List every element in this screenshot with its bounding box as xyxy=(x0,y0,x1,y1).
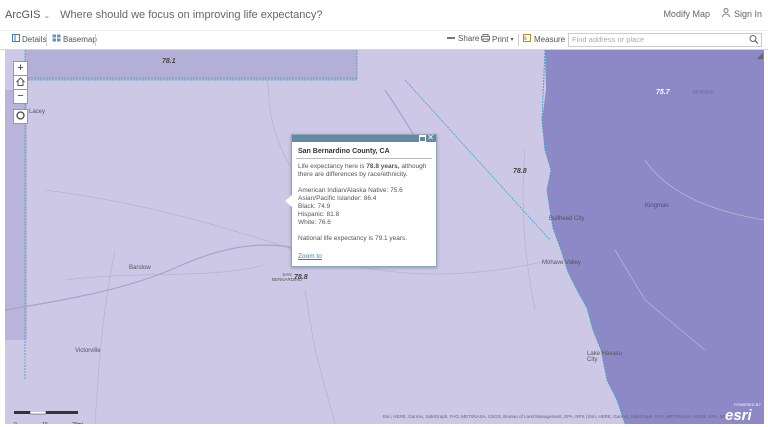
popup-intro: Life expectancy here is 78.8 years, alth… xyxy=(298,163,427,178)
scale-label: 10 xyxy=(42,422,48,424)
popup-line: American Indian/Alaska Native: 75.6 xyxy=(298,187,403,194)
map-view[interactable]: + − 78.1 75.7 78.8 78.8 Lacey Barstow SA… xyxy=(5,50,764,424)
locate-button[interactable] xyxy=(13,109,28,124)
details-label: Details xyxy=(22,34,47,44)
scale-label: 20mi xyxy=(72,422,83,424)
scale-bar: 0 10 20mi xyxy=(14,404,83,424)
locate-icon xyxy=(15,111,26,124)
measure-button[interactable]: Measure xyxy=(523,34,565,44)
popup-body: Life expectancy here is 78.8 years, alth… xyxy=(298,163,430,243)
share-label: Share xyxy=(458,34,480,43)
user-icon xyxy=(721,8,730,19)
popup-line: Hispanic: 81.8 xyxy=(298,211,340,218)
place-label-barstow: Barstow xyxy=(129,265,151,271)
popup-titlebar: ✕ xyxy=(292,133,436,142)
map-value-label: 78.1 xyxy=(162,58,176,65)
basemap-button[interactable]: Basemap xyxy=(52,34,97,44)
share-button[interactable]: Share xyxy=(446,34,479,43)
map-value-label: 75.7 xyxy=(656,89,670,96)
print-label: Print xyxy=(492,34,509,44)
measure-label: Measure xyxy=(534,34,566,44)
popup-divider xyxy=(296,158,432,159)
place-label-lake-havasu: Lake Havasu City xyxy=(587,351,623,363)
share-icon xyxy=(446,34,456,43)
chevron-down-icon: ▾ xyxy=(510,36,514,43)
close-icon[interactable]: ✕ xyxy=(427,133,434,142)
resize-handle-icon[interactable]: ◢ xyxy=(757,51,763,60)
feature-popup: ✕ San Bernardino County, CA Life expecta… xyxy=(285,133,437,267)
place-label-bullhead-city: Bullhead City xyxy=(549,216,585,222)
map-title: Where should we focus on improving life … xyxy=(60,9,323,21)
place-label-kingman: Kingman xyxy=(645,203,669,209)
place-label-victorville: Victorville xyxy=(75,348,101,354)
basemap-label: Basemap xyxy=(63,34,97,44)
esri-logo[interactable]: esri xyxy=(725,407,752,424)
toolbar: Details Basemap Share Print ▾ Measure Fi… xyxy=(0,30,768,50)
popup-title: San Bernardino County, CA xyxy=(298,148,390,155)
arcgis-brand[interactable]: ArcGIS xyxy=(5,9,40,21)
app-header: ArcGIS ⌄ Where should we focus on improv… xyxy=(0,0,768,30)
measure-icon xyxy=(523,34,531,44)
popup-pointer xyxy=(285,195,292,207)
zoom-to-link[interactable]: Zoom to xyxy=(298,253,436,260)
zoom-out-button[interactable]: − xyxy=(13,89,28,104)
home-button[interactable] xyxy=(13,75,28,90)
search-input[interactable]: Find address or place xyxy=(568,33,762,47)
place-label-mohave: MOHAVE xyxy=(693,90,715,96)
chevron-down-icon[interactable]: ⌄ xyxy=(43,11,50,20)
popup-line: White: 76.6 xyxy=(298,219,331,226)
modify-map-link[interactable]: Modify Map xyxy=(663,9,710,19)
basemap-icon xyxy=(52,34,61,44)
scale-label: 0 xyxy=(14,422,17,424)
map-value-label: 78.8 xyxy=(513,168,527,175)
details-button[interactable]: Details xyxy=(12,34,46,44)
map-attribution: Esri, HERE, Garmin, SafeGraph, FAO, METI… xyxy=(383,414,729,419)
maximize-icon[interactable] xyxy=(419,135,426,142)
sign-in-link[interactable]: Sign In xyxy=(734,9,762,19)
details-icon xyxy=(12,34,20,44)
popup-line: Black: 74.9 xyxy=(298,203,331,210)
print-button[interactable]: Print ▾ xyxy=(481,34,513,44)
life-expectancy-value: 78.8 years, xyxy=(366,163,400,170)
print-icon xyxy=(481,34,490,44)
search-placeholder: Find address or place xyxy=(572,35,645,44)
place-label-lacey: Lacey xyxy=(29,109,46,115)
popup-line: Asian/Pacific Islander: 86.4 xyxy=(298,195,377,202)
place-label-mohave-valley: Mohave Valley xyxy=(542,260,581,266)
search-icon[interactable] xyxy=(749,34,759,47)
popup-national: National life expectancy is 79.1 years. xyxy=(298,235,408,242)
place-label-san-bernardino: SAN BERNARDINO xyxy=(271,272,302,282)
zoom-in-button[interactable]: + xyxy=(13,61,28,76)
